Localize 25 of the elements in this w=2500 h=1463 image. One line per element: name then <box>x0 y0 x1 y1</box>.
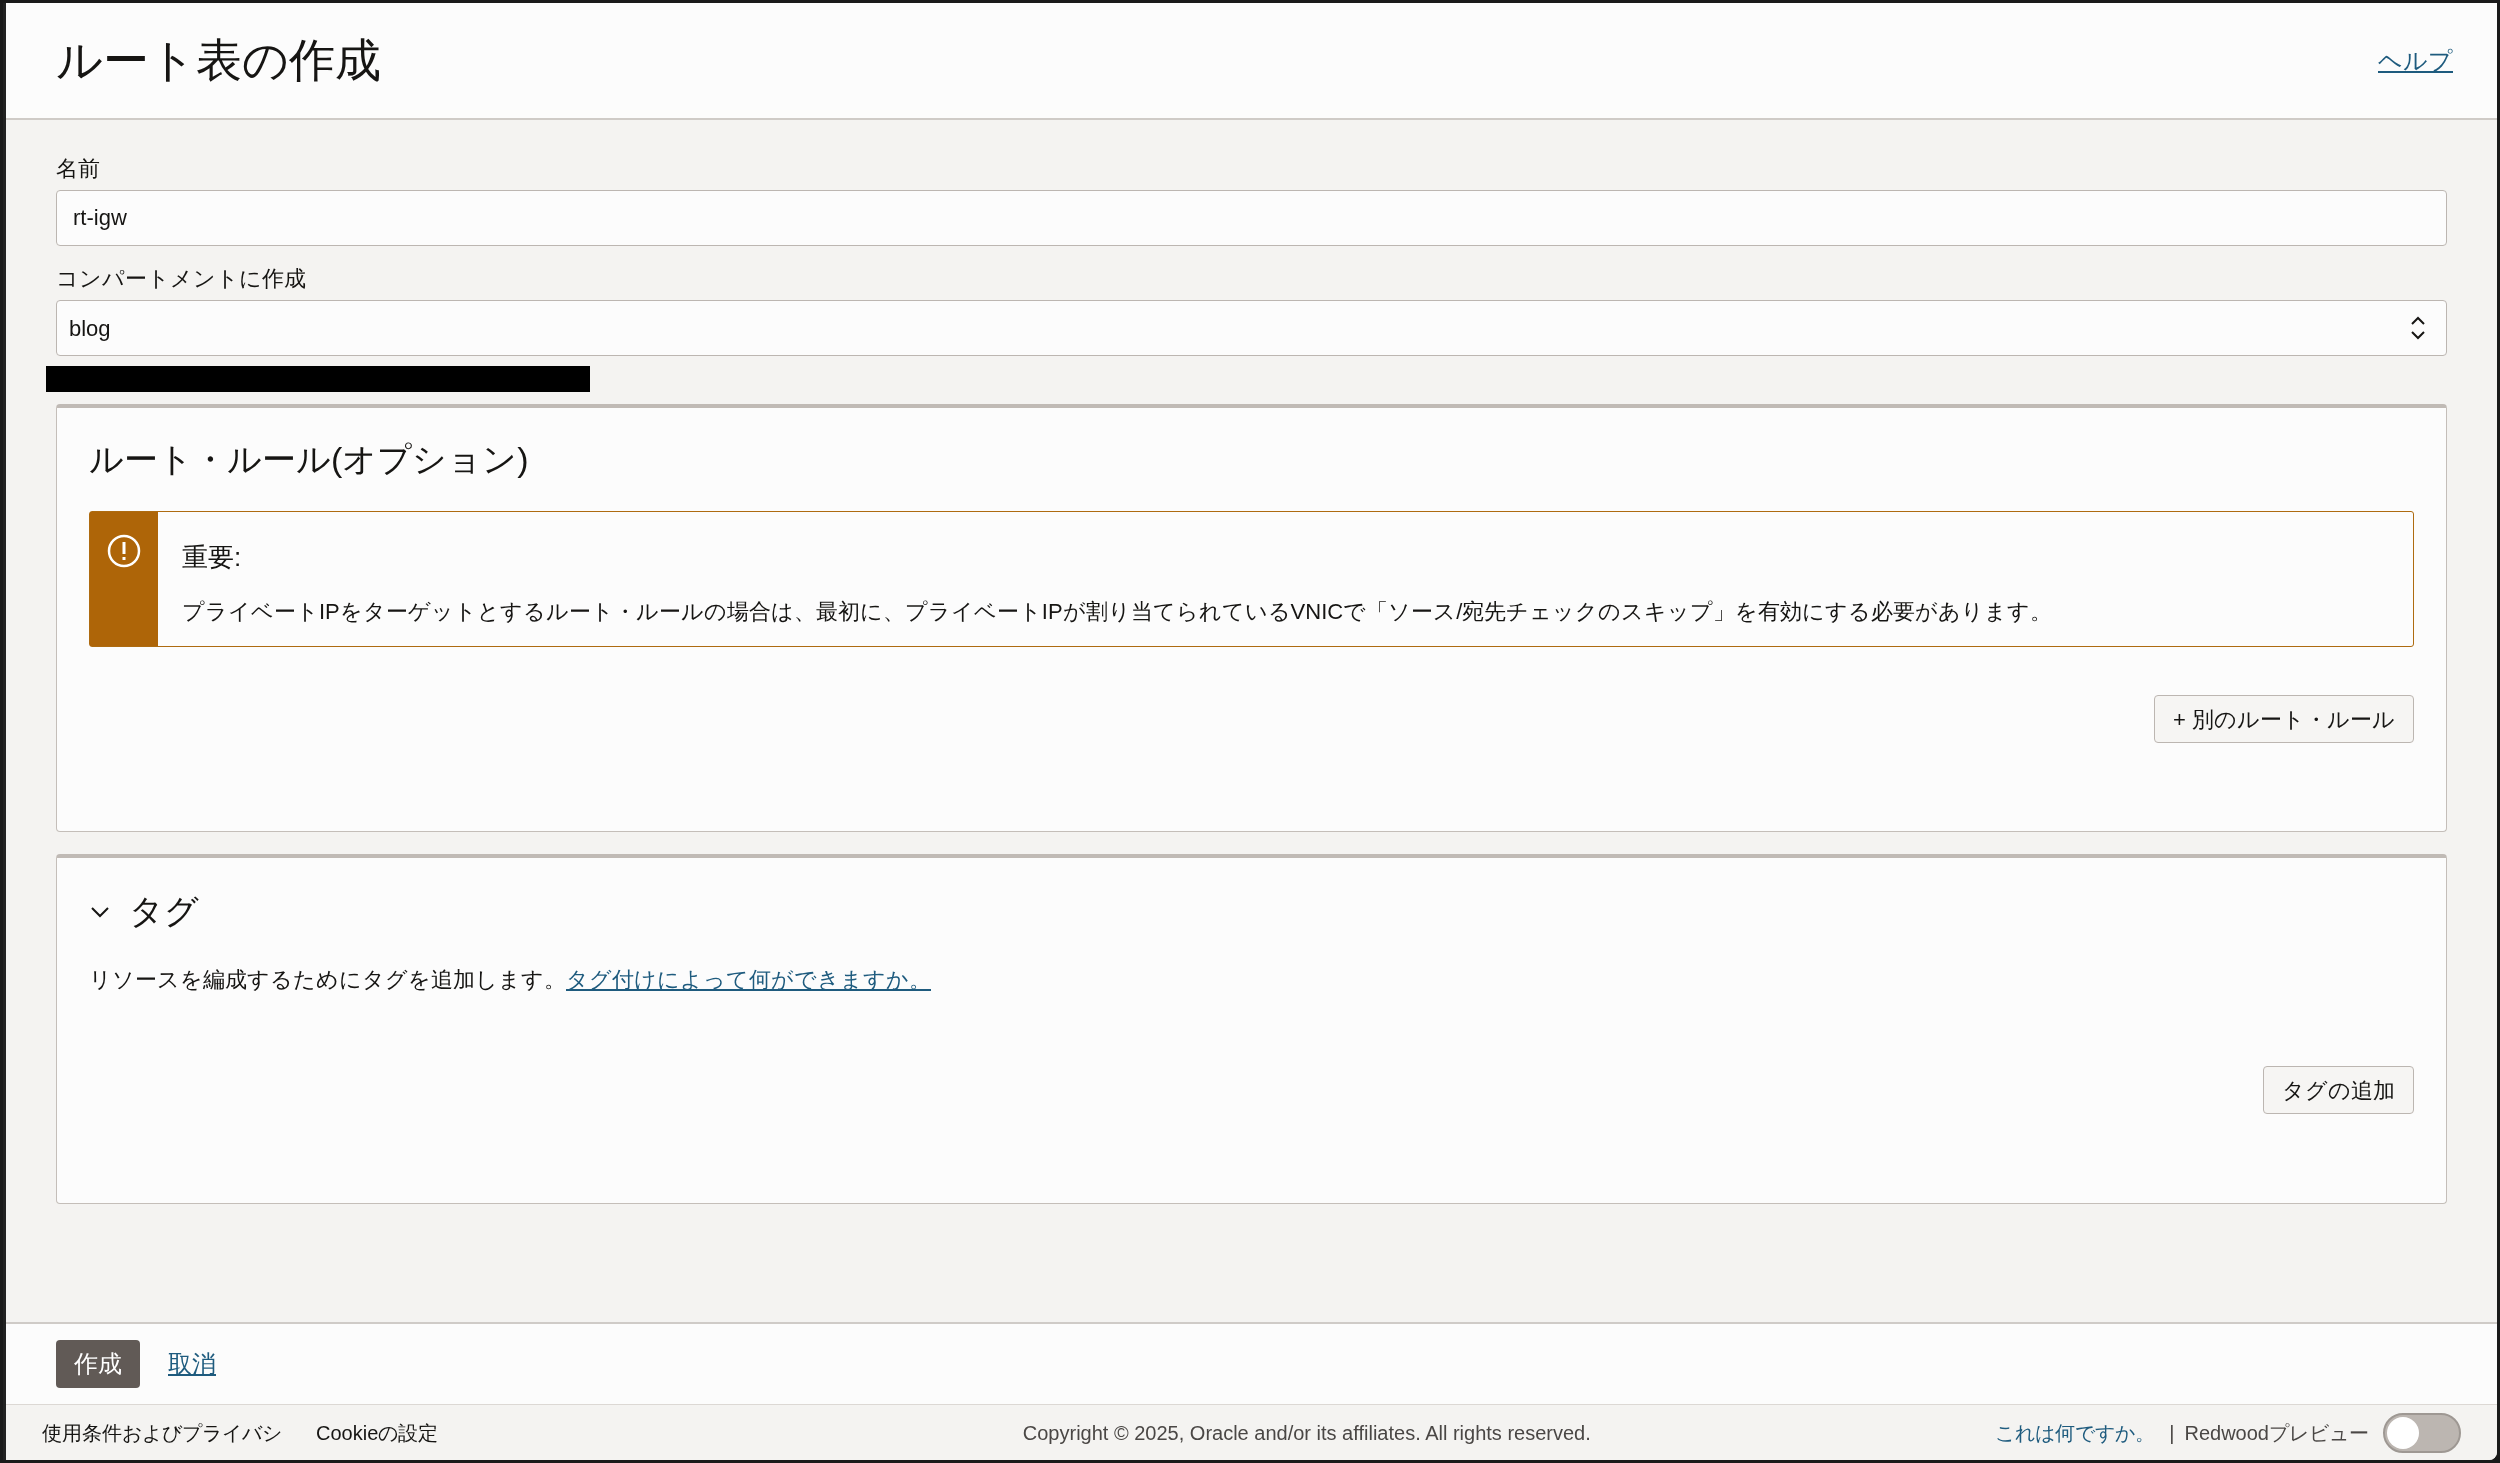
preview-label: Redwoodプレビュー <box>2184 1420 2369 1446</box>
cookie-settings-link[interactable]: Cookieの設定 <box>316 1417 439 1448</box>
warning-icon <box>107 534 141 568</box>
notice-title: 重要: <box>182 541 243 574</box>
section-title: ルート・ルール(オプション) <box>89 439 530 480</box>
separator-text: | <box>2169 1420 2175 1446</box>
whats-this-link[interactable]: これは何ですか。 <box>1995 1417 2156 1448</box>
section-title: タグ <box>129 891 199 932</box>
add-rule-button[interactable]: + 別のルート・ルール <box>2154 695 2414 743</box>
sort-icon <box>2410 314 2426 342</box>
name-input[interactable]: rt-igw <box>56 190 2447 246</box>
compartment-select[interactable]: blog <box>56 300 2447 356</box>
page-title: ルート表の作成 <box>56 33 381 88</box>
copyright-text: Copyright © 2025, Oracle and/or its affiliates. All rights reserved. <box>1021 1420 1591 1446</box>
tags-description: リソースを編成するためにタグを追加します。タグ付けによって何ができますか。 <box>89 966 932 994</box>
terms-link[interactable]: 使用条件およびプライバシ <box>42 1417 282 1448</box>
field-label: コンパートメントに作成 <box>56 268 307 290</box>
cancel-link[interactable]: 取消 <box>168 1346 216 1382</box>
tagging-help-link[interactable]: タグ付けによって何ができますか。 <box>566 967 931 992</box>
add-tag-button[interactable]: タグの追加 <box>2263 1066 2414 1114</box>
field-label: 名前 <box>56 158 101 180</box>
create-button[interactable]: 作成 <box>56 1340 140 1388</box>
help-link[interactable]: ヘルプ <box>2378 42 2453 79</box>
preview-toggle[interactable] <box>2383 1412 2461 1453</box>
notice-text: プライベートIPをターゲットとするルート・ルールの場合は、最初に、プライベートIPが割り当てられているVNICで「ソース/宛先チェックのスキップ」を有効にする必要があります。 <box>182 598 2053 626</box>
